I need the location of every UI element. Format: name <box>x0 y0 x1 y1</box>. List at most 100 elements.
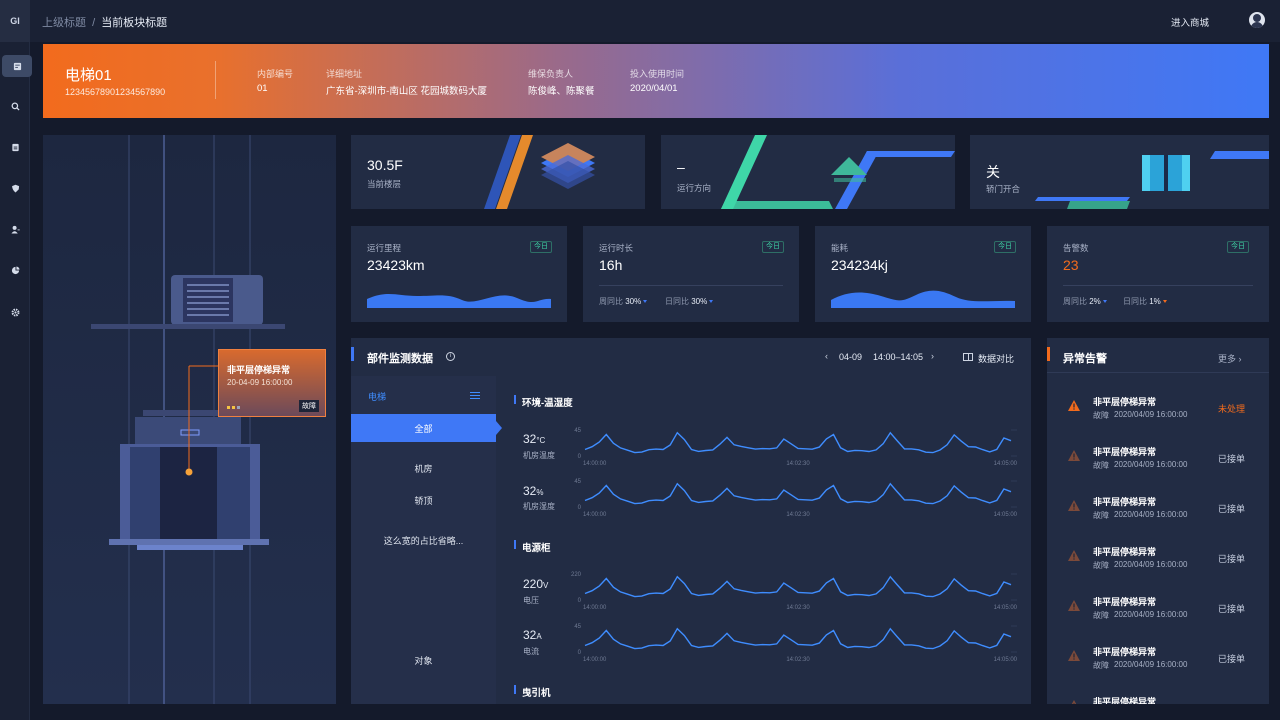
fault-popup-title: 非平层停梯异常 <box>227 365 291 375</box>
metric-value: 16h <box>599 257 623 273</box>
alarm-time: 2020/04/09 16:00:00 <box>1114 510 1188 519</box>
gear-icon[interactable] <box>0 301 30 323</box>
elevator-info-banner: 电梯01 12345678901234567890 内部编号 01 详细地址 广… <box>43 44 1269 118</box>
date-label[interactable]: 04-09 <box>839 352 862 362</box>
alarm-time: 2020/04/09 16:00:00 <box>1114 610 1188 619</box>
menu-icon[interactable] <box>470 392 480 399</box>
alarm-type: 故障 <box>1093 511 1109 520</box>
nav-item[interactable]: 轿顶 <box>351 494 496 507</box>
fault-popup-time: 20-04-09 16:00:00 <box>227 378 293 387</box>
breadcrumb: 上级标题 / 当前板块标题 <box>42 14 167 30</box>
range-label[interactable]: 14:00–14:05 <box>873 352 923 362</box>
alarm-type: 故障 <box>1093 611 1109 620</box>
pie-chart-icon[interactable] <box>0 259 30 281</box>
alarm-time: 2020/04/09 16:00:00 <box>1114 660 1188 669</box>
mall-link[interactable]: 进入商城 <box>1171 15 1209 29</box>
breadcrumb-current: 当前板块标题 <box>101 17 168 29</box>
more-link[interactable]: 更多 › <box>1218 352 1242 365</box>
alarm-status: 已接单 <box>1218 454 1246 464</box>
warning-icon <box>1071 700 1077 704</box>
alarm-item[interactable]: 非平层停梯异常 故障 2020/04/09 16:00:00 已接单 <box>1047 544 1269 588</box>
x-tick: 14:02:30 <box>786 657 810 662</box>
avatar[interactable] <box>1249 12 1265 28</box>
reading-number: 220 <box>523 577 544 591</box>
monitor-panel: 部件监测数据 i ‹ 04-09 14:00–14:05 › 数据对比 电梯 全… <box>351 338 1031 704</box>
warning-icon <box>1068 650 1080 661</box>
alarm-panel-title: 异常告警 <box>1063 353 1107 365</box>
alarm-type: 故障 <box>1093 461 1109 470</box>
alarm-item[interactable]: 非平层停梯异常 故障 2020/04/09 16:00:00 已接单 <box>1047 644 1269 688</box>
reading-value: 220V <box>523 575 548 593</box>
fault-popup[interactable]: 非平层停梯异常 20-04-09 16:00:00 故障 <box>218 349 326 417</box>
field-value: 2020/04/01 <box>630 83 678 94</box>
down-arrow-icon <box>1102 300 1107 304</box>
alarm-item[interactable]: 非平层停梯异常 故障 2020/04/09 16:00:00 已接单 <box>1047 594 1269 638</box>
y-tick-max: 45 <box>574 479 581 485</box>
energy-card: 能耗 今日 234234kj <box>815 226 1031 322</box>
x-tick: 14:05:00 <box>994 512 1018 517</box>
alarm-panel: 异常告警 更多 › 非平层停梯异常 故障 2020/04/09 16:00:00 未处… <box>1047 338 1269 704</box>
reading-value: 32A <box>523 626 542 644</box>
dod-value: 1% <box>1149 297 1161 306</box>
x-tick: 14:00:00 <box>583 512 607 517</box>
compare-icon[interactable] <box>963 353 973 361</box>
x-tick: 14:02:30 <box>786 461 810 466</box>
alarm-item[interactable]: 非平层停梯异常 故障 2020/04/09 16:00:00 未处理 <box>1047 394 1269 438</box>
floor-label: 当前楼层 <box>367 179 402 189</box>
reading-value: 32% <box>523 482 543 500</box>
today-tag: 今日 <box>994 241 1016 253</box>
x-tick: 14:05:00 <box>994 657 1018 662</box>
title-accent <box>351 347 354 361</box>
divider <box>1063 285 1253 286</box>
alarm-status: 已接单 <box>1218 504 1246 514</box>
section-title: 环境-温湿度 <box>522 398 573 409</box>
info-icon[interactable]: i <box>446 352 455 361</box>
title-accent <box>1047 347 1050 361</box>
y-tick-min: 0 <box>578 454 582 460</box>
y-tick-min: 0 <box>578 505 582 511</box>
wow-stat: 周同比 2% <box>1063 296 1107 307</box>
temperature-chart: 45 014:00:00 14:02:30 14:05:00 <box>574 428 1017 466</box>
series-line <box>584 627 1012 650</box>
alarm-item[interactable]: 非平层停梯异常 <box>1047 694 1269 704</box>
section-accent <box>514 685 516 694</box>
alarm-item[interactable]: 非平层停梯异常 故障 2020/04/09 16:00:00 已接单 <box>1047 494 1269 538</box>
alarm-title: 非平层停梯异常 <box>1093 397 1157 407</box>
compare-button[interactable]: 数据对比 <box>978 352 1014 365</box>
nav-item[interactable]: 机房 <box>351 462 496 475</box>
elevator-shaft-view: 非平层停梯异常 20-04-09 16:00:00 故障 <box>43 135 336 704</box>
user-icon[interactable] <box>0 218 30 240</box>
dod-value: 30% <box>691 297 708 306</box>
chevron-right-icon[interactable]: › <box>931 351 934 361</box>
breadcrumb-parent[interactable]: 上级标题 <box>42 17 86 29</box>
reading-unit: % <box>536 488 544 497</box>
alarm-count-card: 告警数 今日 23 周同比 2% 日同比 1% <box>1047 226 1269 322</box>
x-tick: 14:00:00 <box>583 657 607 662</box>
mileage-sparkline <box>367 294 551 308</box>
direction-card: – 运行方向 <box>661 135 955 209</box>
energy-sparkline <box>831 290 1015 308</box>
wow-value: 2% <box>1089 297 1101 306</box>
nav-item[interactable]: 这么宽的占比省略... <box>351 534 496 547</box>
nav-item[interactable]: 对象 <box>351 654 496 667</box>
today-tag: 今日 <box>1227 241 1249 253</box>
alarm-item[interactable]: 非平层停梯异常 故障 2020/04/09 16:00:00 已接单 <box>1047 444 1269 488</box>
direction-label: 运行方向 <box>677 183 712 193</box>
fault-popup-badge: 故障 <box>299 400 319 412</box>
clipboard-icon[interactable] <box>0 136 30 158</box>
alarm-time: 2020/04/09 16:00:00 <box>1114 460 1188 469</box>
alarm-title: 非平层停梯异常 <box>1093 647 1157 657</box>
chevron-left-icon[interactable]: ‹ <box>825 351 828 361</box>
shield-icon[interactable] <box>0 177 30 199</box>
field-value: 广东省-深圳市-南山区 花园城数码大厦 <box>326 86 487 97</box>
nav-item-all[interactable]: 全部 <box>351 414 496 442</box>
dod-stat: 日同比 30% <box>665 296 714 307</box>
metric-label: 运行时长 <box>599 243 634 253</box>
warning-icon <box>1068 600 1080 611</box>
door-value: 关 <box>986 164 1000 180</box>
layers-icon <box>484 135 595 209</box>
field-value: 陈俊峰、陈聚餐 <box>528 86 595 97</box>
list-icon[interactable] <box>2 55 32 77</box>
search-icon[interactable] <box>0 95 30 117</box>
humidity-chart: 45 014:00:00 14:02:30 14:05:00 <box>574 479 1018 517</box>
